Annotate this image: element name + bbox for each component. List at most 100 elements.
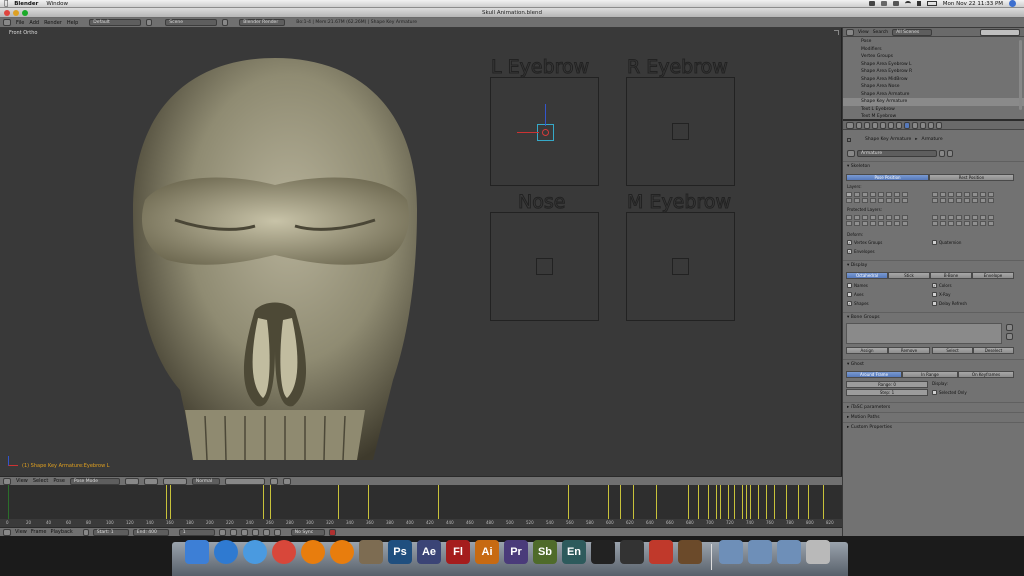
layer-toggle[interactable]	[854, 192, 860, 197]
pose-position-button[interactable]: Pose Position	[846, 174, 929, 181]
dock-trash-icon[interactable]	[806, 540, 830, 564]
quaternion-checkbox[interactable]: Quaternion	[932, 240, 961, 245]
scene-selector[interactable]: Scene	[165, 19, 218, 26]
clock[interactable]: Mon Nov 22 11:33 PM	[943, 1, 1003, 7]
layer-toggle[interactable]	[846, 192, 852, 197]
list-item[interactable]: Text L Eyebrow	[843, 106, 1024, 114]
tab-scene-icon[interactable]	[864, 121, 870, 129]
3d-viewport[interactable]: Front Ortho L Eyebrow R Eyebrow Nose M E…	[0, 28, 842, 476]
display-octahedral-button[interactable]: Octahedral	[846, 272, 888, 279]
layer-toggle[interactable]	[940, 215, 946, 220]
layer-toggle[interactable]	[894, 215, 900, 220]
outliner-search-input[interactable]	[980, 28, 1020, 36]
names-checkbox[interactable]: Names	[847, 283, 868, 288]
orientation-selector[interactable]: Normal	[191, 477, 220, 485]
dock-final-cut-icon[interactable]	[591, 540, 615, 564]
layer-toggle[interactable]	[932, 198, 938, 203]
layer-toggle[interactable]	[988, 221, 994, 226]
layer-toggle[interactable]	[988, 215, 994, 220]
outliner-scrollbar[interactable]	[1019, 40, 1022, 110]
status-icon-1[interactable]	[868, 1, 875, 6]
editor-type-outliner-button[interactable]	[846, 28, 854, 36]
bone-group-add-button[interactable]	[1006, 324, 1013, 331]
layer-toggle[interactable]	[940, 198, 946, 203]
layer-toggle[interactable]	[940, 221, 946, 226]
dock-photoshop-icon[interactable]: Ps	[388, 540, 412, 564]
footer-frame-menu[interactable]: Frame	[31, 529, 47, 535]
status-icon-2[interactable]	[880, 1, 887, 6]
dock-flash-icon[interactable]: Fl	[446, 540, 470, 564]
layer-toggle[interactable]	[878, 215, 884, 220]
layer-toggle[interactable]	[972, 198, 978, 203]
editor-type-properties-button[interactable]	[846, 121, 854, 129]
keyframe-marker[interactable]	[656, 485, 657, 519]
keyframe-marker[interactable]	[774, 485, 775, 519]
dock-blender-2-icon[interactable]	[330, 540, 354, 564]
select-button[interactable]: Select	[932, 347, 973, 354]
pivot-button[interactable]	[143, 477, 158, 485]
pin-icon[interactable]	[847, 137, 851, 142]
ghost-in-range-button[interactable]: In Range	[902, 371, 958, 378]
layer-toggle[interactable]	[902, 198, 908, 203]
menu-add[interactable]: Add	[29, 20, 39, 26]
bone-groups-section-header[interactable]: ▾ Bone Groups	[843, 312, 1024, 321]
auto-key-button[interactable]	[328, 528, 336, 536]
layer-toggle[interactable]	[862, 192, 868, 197]
display-bbone-button[interactable]: B-Bone	[930, 272, 972, 279]
properties-panel[interactable]: Shape Key Armature ▸ Armature Armature ▾…	[843, 121, 1024, 536]
layer-toggle[interactable]	[886, 192, 892, 197]
tab-physics-icon[interactable]	[936, 121, 942, 129]
ghost-range-field[interactable]: Range: 0	[846, 381, 928, 388]
layer-toggle[interactable]	[886, 215, 892, 220]
keyframe-marker[interactable]	[720, 485, 721, 519]
tab-object-icon[interactable]	[880, 121, 886, 129]
battery-icon[interactable]	[926, 1, 937, 6]
keyframe-marker[interactable]	[716, 485, 717, 519]
tab-world-icon[interactable]	[872, 121, 878, 129]
keyframe-marker[interactable]	[742, 485, 743, 519]
keyframe-marker[interactable]	[734, 485, 735, 519]
keyframe-marker[interactable]	[170, 485, 171, 519]
dock-sbp-icon[interactable]	[649, 540, 673, 564]
motion-paths-section-header[interactable]: ▸ Motion Paths	[843, 412, 1024, 421]
dock-illustrator-icon[interactable]: Ai	[475, 540, 499, 564]
control-handle[interactable]	[672, 258, 689, 275]
keyframe-marker[interactable]	[338, 485, 339, 519]
tab-bone-icon[interactable]	[912, 121, 918, 129]
dock-safari-icon[interactable]	[243, 540, 267, 564]
manipulator-button[interactable]	[162, 477, 187, 485]
layer-toggle[interactable]	[894, 198, 900, 203]
dock-after-effects-icon[interactable]: Ae	[417, 540, 441, 564]
layer-toggle[interactable]	[870, 192, 876, 197]
xray-checkbox[interactable]: X-Ray	[932, 292, 951, 297]
layer-toggle[interactable]	[988, 192, 994, 197]
apple-menu-icon[interactable]: 	[4, 0, 8, 7]
layer-toggle[interactable]	[862, 221, 868, 226]
layer-toggle[interactable]	[902, 192, 908, 197]
control-panel-l-eyebrow[interactable]: L Eyebrow	[490, 56, 599, 186]
layer-toggle[interactable]	[980, 198, 986, 203]
tab-bone-constraints-icon[interactable]	[920, 121, 926, 129]
keyframe-marker[interactable]	[438, 485, 439, 519]
layer-toggle[interactable]	[846, 215, 852, 220]
layer-toggle[interactable]	[964, 215, 970, 220]
layer-toggle[interactable]	[964, 192, 970, 197]
list-item[interactable]: Pose	[843, 38, 1024, 46]
spotlight-icon[interactable]	[1009, 0, 1016, 7]
layer-toggle[interactable]	[894, 221, 900, 226]
timeline-select-menu[interactable]: Select	[33, 478, 48, 484]
keyframe-marker[interactable]	[750, 485, 751, 519]
keyframe-marker[interactable]	[698, 485, 699, 519]
layers-grid[interactable]	[846, 192, 1018, 204]
control-panel-m-eyebrow[interactable]: M Eyebrow	[626, 191, 735, 321]
selected-only-checkbox[interactable]: Selected Only	[932, 390, 967, 395]
datablock-name-field[interactable]: Armature	[857, 150, 937, 157]
keyframe-marker[interactable]	[808, 485, 809, 519]
dock-encore-icon[interactable]: En	[562, 540, 586, 564]
layer-toggle[interactable]	[854, 221, 860, 226]
layer-toggle[interactable]	[940, 192, 946, 197]
menu-file[interactable]: File	[16, 20, 24, 26]
layer-toggle[interactable]	[902, 215, 908, 220]
keyframe-marker[interactable]	[568, 485, 569, 519]
menu-render[interactable]: Render	[44, 20, 62, 26]
